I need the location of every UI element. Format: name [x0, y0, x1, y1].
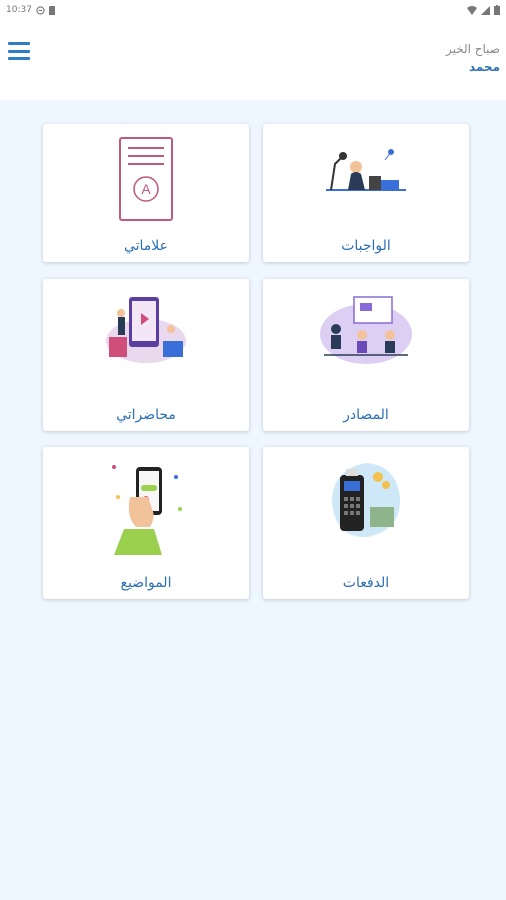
graded-paper-illustration-icon: A: [119, 137, 173, 221]
signal-icon: [481, 5, 490, 15]
battery-icon: [494, 5, 500, 15]
card-topics[interactable]: المواضيع: [43, 447, 249, 599]
wifi-icon: [467, 5, 477, 15]
card-lectures[interactable]: محاضراتي: [43, 279, 249, 431]
card-grades[interactable]: A علاماتي: [43, 124, 249, 262]
card-topics-label: المواضيع: [120, 575, 172, 591]
greeting-block: صباح الخير محمد: [446, 42, 500, 74]
menu-button[interactable]: [8, 42, 30, 60]
card-payments-label: الدفعات: [342, 575, 390, 591]
card-resources-label: المصادر: [343, 407, 389, 423]
card-grades-label: علاماتي: [123, 238, 169, 254]
desk-study-illustration-icon: [326, 149, 406, 191]
online-lecture-illustration-icon: [106, 297, 186, 363]
sync-icon: [36, 5, 45, 15]
status-time: 10:37: [6, 5, 32, 15]
card-lectures-label: محاضراتي: [116, 407, 176, 423]
app-header: صباح الخير محمد: [0, 20, 506, 100]
greeting-text: صباح الخير: [445, 42, 500, 56]
sd-card-icon: [48, 5, 55, 15]
user-name: محمد: [468, 60, 500, 74]
hamburger-icon-line: [8, 42, 30, 45]
card-homework[interactable]: الواجبات: [263, 124, 469, 262]
card-payments[interactable]: الدفعات: [263, 447, 469, 599]
phone-hand-illustration-icon: [112, 465, 182, 555]
card-resources[interactable]: المصادر: [263, 279, 469, 431]
card-terminal-illustration-icon: [332, 463, 401, 538]
status-right: [467, 5, 500, 15]
hamburger-icon-line: [8, 57, 30, 60]
classroom-illustration-icon: [320, 296, 412, 364]
status-bar: 10:37: [0, 0, 506, 20]
card-homework-label: الواجبات: [341, 238, 391, 254]
status-left: 10:37: [6, 5, 56, 15]
svg-text:A: A: [141, 181, 151, 197]
hamburger-icon-line: [8, 49, 30, 53]
